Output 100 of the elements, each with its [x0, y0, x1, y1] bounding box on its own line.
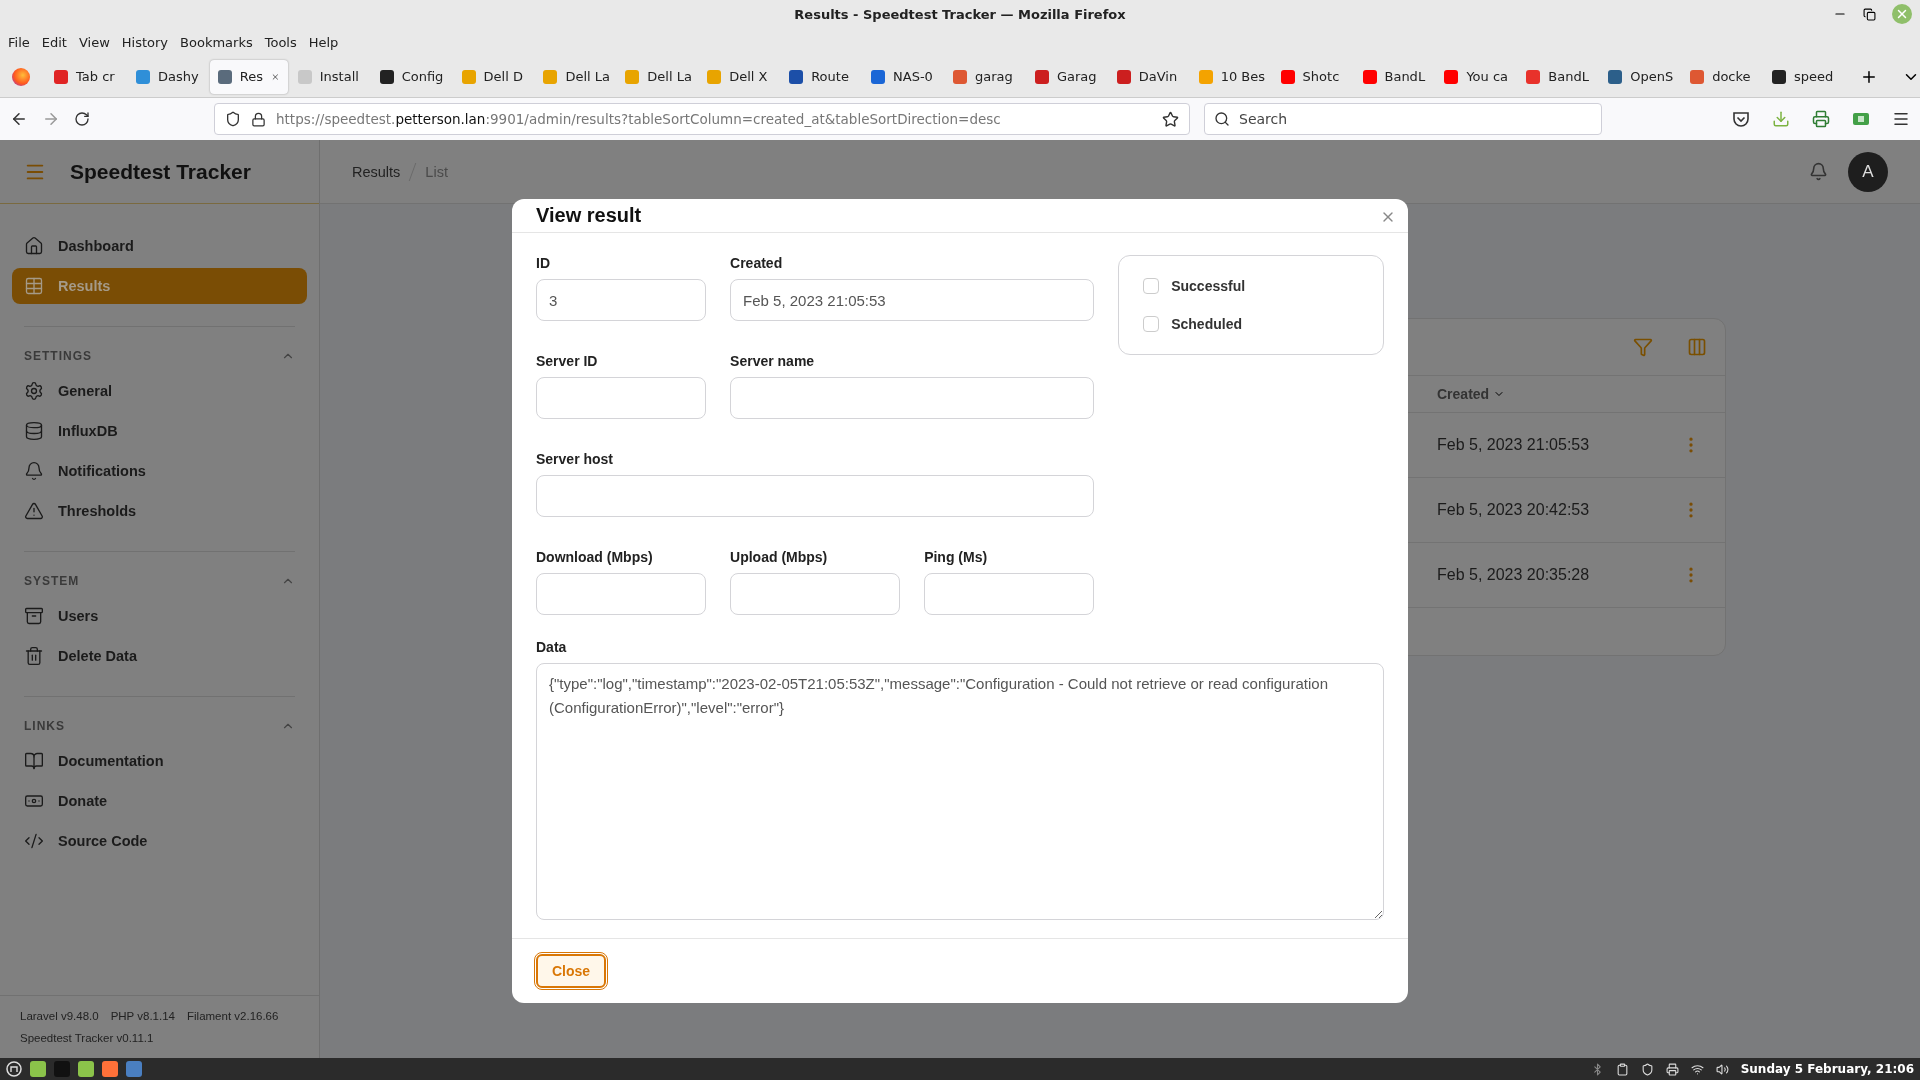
sidebar-item[interactable]: Documentation: [12, 743, 307, 779]
columns-icon[interactable]: [1687, 337, 1707, 357]
sidebar-item[interactable]: InfluxDB: [12, 413, 307, 449]
menu-item[interactable]: View: [74, 32, 114, 52]
browser-tab[interactable]: Garag: [1026, 59, 1107, 94]
browser-tab[interactable]: Dell D: [453, 59, 534, 94]
filter-icon[interactable]: [1633, 337, 1653, 357]
browser-tab[interactable]: Config: [371, 59, 452, 94]
search-field[interactable]: Search: [1204, 103, 1602, 135]
menu-icon[interactable]: [1892, 110, 1910, 128]
database-icon: [24, 421, 44, 441]
user-avatar[interactable]: A: [1848, 151, 1888, 192]
section-heading: SETTINGS: [24, 349, 92, 363]
star-icon[interactable]: [1162, 110, 1179, 128]
browser-tab[interactable]: You ca: [1436, 59, 1517, 94]
table-cell-text: Feb 5, 2023 20:42:53: [1437, 501, 1591, 519]
field-label: Server host: [536, 451, 615, 467]
browser-tab[interactable]: BandL: [1518, 59, 1599, 94]
browser-tab[interactable]: BandL: [1354, 59, 1435, 94]
browser-tab[interactable]: garag: [944, 59, 1025, 94]
browser-tab[interactable]: Shotc: [1272, 59, 1353, 94]
extension-icon[interactable]: [1852, 111, 1870, 127]
field-label: Server ID: [536, 353, 599, 369]
pocket-icon[interactable]: [1732, 110, 1750, 128]
browser-tab[interactable]: OpenS: [1600, 59, 1681, 94]
browser-tab[interactable]: Tab cr: [46, 59, 126, 94]
printer-icon[interactable]: [1812, 110, 1830, 128]
sidebar-item[interactable]: Notifications: [12, 453, 307, 489]
address-bar[interactable]: https://speedtest.petterson.lan:9901/admin/results?tableSortColumn=created_at&tableSortDirection=desc: [214, 103, 1190, 135]
download-icon[interactable]: [1772, 110, 1790, 128]
checkbox-label: Scheduled: [1171, 316, 1242, 332]
field-label: Created: [730, 255, 784, 271]
sidebar-item[interactable]: Users: [12, 598, 307, 634]
shield-icon[interactable]: [1640, 1062, 1654, 1076]
sidebar-item[interactable]: Dashboard: [12, 228, 307, 264]
sidebar-item[interactable]: Source Code: [12, 823, 307, 859]
sidebar-item[interactable]: General: [12, 373, 307, 409]
browser-tab[interactable]: 10 Bes: [1190, 59, 1271, 94]
menu-item[interactable]: Bookmarks: [176, 32, 257, 52]
folder-icon[interactable]: [78, 1061, 94, 1077]
section-heading: LINKS: [24, 719, 65, 733]
bell-icon[interactable]: [1809, 162, 1828, 181]
trash-icon: [24, 646, 44, 666]
folder-icon[interactable]: [30, 1061, 46, 1077]
menu-item[interactable]: File: [4, 32, 34, 52]
bell-icon: [24, 461, 44, 481]
close-button[interactable]: [1892, 4, 1912, 24]
browser-tab[interactable]: speed: [1764, 59, 1844, 94]
input-field[interactable]: 3: [536, 279, 707, 321]
browser-tab[interactable]: Dell X: [699, 59, 780, 94]
volume-icon[interactable]: [1715, 1062, 1729, 1076]
clipboard-icon[interactable]: [1615, 1062, 1629, 1076]
browser-logo-icon[interactable]: [12, 67, 30, 86]
window-title: Results - Speedtest Tracker — Mozilla Firefox: [794, 6, 1126, 22]
browser-tab[interactable]: docke: [1682, 59, 1763, 94]
browser-tab[interactable]: DaVin: [1108, 59, 1189, 94]
forward-icon[interactable]: [42, 110, 60, 128]
input-field[interactable]: [536, 377, 707, 419]
browser-tab[interactable]: NAS-0: [863, 59, 943, 94]
reload-icon[interactable]: [74, 111, 90, 127]
printer-icon[interactable]: [1665, 1062, 1679, 1076]
breadcrumb-link[interactable]: Results: [352, 163, 401, 180]
menu-item[interactable]: Help: [304, 32, 343, 52]
clock[interactable]: Sunday 5 February, 21:06: [1740, 1062, 1914, 1076]
browser-tab[interactable]: Dell La: [535, 59, 616, 94]
browser-tab[interactable]: Install: [289, 59, 370, 94]
data-textarea[interactable]: {"type":"log","timestamp":"2023-02-05T21:05:53Z","message":"Configuration - Could not retrieve or read configuration (ConfigurationError)","level":"error"}: [536, 663, 1384, 920]
field-label: Ping (Ms): [924, 549, 989, 565]
checkbox-label: Successful: [1171, 278, 1246, 294]
input-field[interactable]: [924, 573, 1095, 615]
home-icon: [24, 236, 44, 256]
browser-tab[interactable]: Dell La: [617, 59, 698, 94]
menu-item[interactable]: Edit: [37, 32, 71, 52]
checkbox[interactable]: [1143, 278, 1160, 294]
close-icon: [1895, 7, 1909, 21]
wifi-icon[interactable]: [1690, 1062, 1704, 1076]
shield-icon: [225, 111, 241, 127]
book-icon: [24, 751, 44, 771]
input-field[interactable]: [730, 573, 901, 615]
menu-item[interactable]: History: [117, 32, 173, 52]
browser-tab[interactable]: Res: [209, 59, 288, 94]
browser-tab[interactable]: Dashy: [127, 59, 208, 94]
field-label: ID: [536, 255, 551, 271]
start-menu-icon[interactable]: [6, 1061, 22, 1077]
menu-item[interactable]: Tools: [260, 32, 301, 52]
sidebar-item[interactable]: Donate: [12, 783, 307, 819]
restore-icon[interactable]: [1863, 7, 1876, 21]
back-icon[interactable]: [10, 110, 28, 128]
sidebar-item[interactable]: Delete Data: [12, 638, 307, 674]
sidebar-item[interactable]: Thresholds: [12, 493, 307, 529]
input-field[interactable]: [536, 475, 1095, 517]
input-field[interactable]: Feb 5, 2023 21:05:53: [730, 279, 1095, 321]
version-text: Filament v2.16.66: [187, 1010, 279, 1022]
browser-icon[interactable]: [102, 1061, 118, 1077]
mail-icon[interactable]: [126, 1061, 142, 1077]
checkbox[interactable]: [1143, 316, 1160, 332]
input-field[interactable]: [730, 377, 1095, 419]
browser-tab[interactable]: Route: [781, 59, 862, 94]
search-icon: [1214, 111, 1230, 127]
input-field[interactable]: [536, 573, 707, 615]
